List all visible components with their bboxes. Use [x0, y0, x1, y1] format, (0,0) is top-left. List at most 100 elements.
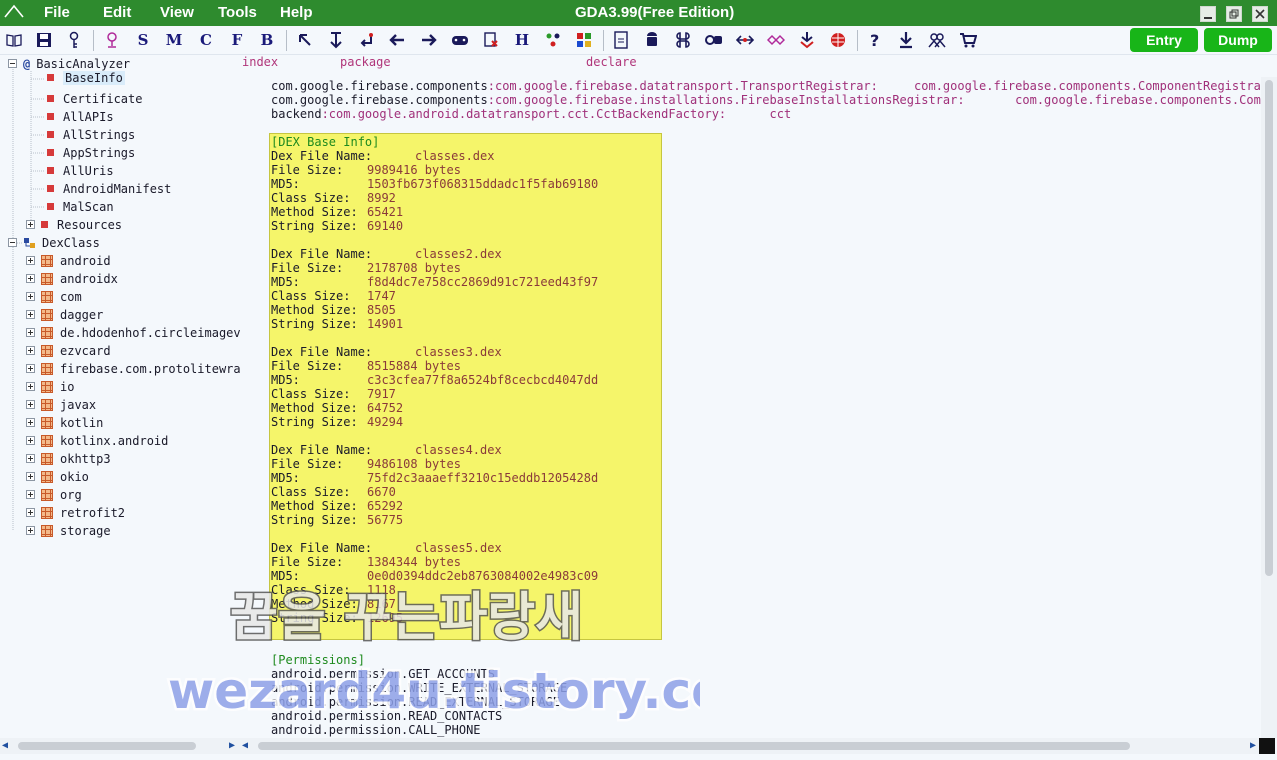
collapse-toggle[interactable] — [8, 59, 17, 68]
tree-package-retrofit2[interactable]: retrofit2 — [26, 504, 125, 521]
xml-file-icon[interactable] — [610, 29, 632, 51]
expand-toggle[interactable] — [26, 508, 35, 517]
tree-item-appstrings[interactable]: AppStrings — [47, 144, 135, 161]
vertical-scrollbar[interactable] — [1261, 77, 1277, 738]
close-button[interactable] — [1252, 6, 1268, 22]
menu-tools[interactable]: Tools — [218, 4, 257, 21]
tree-package-com[interactable]: com — [26, 288, 82, 305]
tree-package-kotlin[interactable]: kotlin — [26, 414, 103, 431]
methods-button[interactable]: M — [163, 29, 185, 51]
tree-horizontal-scrollbar[interactable]: ◀ ▶ — [0, 738, 240, 754]
expand-toggle[interactable] — [26, 418, 35, 427]
expand-toggle[interactable] — [26, 220, 35, 229]
open-book-icon[interactable] — [3, 29, 25, 51]
entry-button[interactable]: Entry — [1130, 28, 1198, 52]
scroll-left-arrow-icon[interactable]: ◀ — [2, 740, 8, 751]
tree-package-dagger[interactable]: dagger — [26, 306, 103, 323]
download-icon[interactable] — [895, 29, 917, 51]
cursor-icon[interactable] — [294, 29, 316, 51]
fields-button[interactable]: F — [226, 29, 248, 51]
expand-toggle[interactable] — [26, 310, 35, 319]
expand-toggle[interactable] — [26, 292, 35, 301]
tree-item-allstrings[interactable]: AllStrings — [47, 126, 135, 143]
tree-package-firebase[interactable]: firebase.com.protolitewra — [26, 360, 240, 377]
expand-toggle[interactable] — [26, 328, 35, 337]
strings-button[interactable]: S — [132, 29, 154, 51]
expand-toggle[interactable] — [26, 256, 35, 265]
tree-graph-icon[interactable] — [542, 29, 564, 51]
vertical-scroll-thumb[interactable] — [1265, 80, 1273, 576]
svg-text:?: ? — [870, 31, 879, 49]
search-doc-icon[interactable] — [480, 29, 502, 51]
tree-item-androidmanifest[interactable]: AndroidManifest — [47, 180, 171, 197]
expand-toggle[interactable] — [26, 274, 35, 283]
minimize-button[interactable] — [1200, 6, 1216, 22]
tree-package-androidx[interactable]: androidx — [26, 270, 118, 287]
tree-package-org[interactable]: org — [26, 486, 82, 503]
scroll-left-arrow-icon[interactable]: ◀ — [242, 740, 248, 751]
tree-package-okio[interactable]: okio — [26, 468, 89, 485]
expand-toggle[interactable] — [26, 526, 35, 535]
tree-package-android[interactable]: android — [26, 252, 111, 269]
merge-down-icon[interactable] — [796, 29, 818, 51]
tree-item-certificate[interactable]: Certificate — [47, 90, 142, 107]
back-arrow-icon[interactable] — [386, 29, 408, 51]
collapse-toggle[interactable] — [8, 238, 17, 247]
scroll-right-arrow-icon[interactable]: ▶ — [1250, 740, 1256, 751]
key-icon[interactable] — [63, 29, 85, 51]
game-controller-icon[interactable] — [449, 29, 471, 51]
swap-arrows-icon[interactable] — [734, 29, 756, 51]
menu-file[interactable]: File — [44, 4, 70, 21]
bytes-button[interactable]: B — [256, 29, 278, 51]
content-horizontal-scrollbar[interactable]: ◀ ▶ — [240, 738, 1261, 754]
jump-down-icon[interactable] — [325, 29, 347, 51]
android-icon[interactable] — [641, 29, 663, 51]
command-icon[interactable] — [672, 29, 694, 51]
column-declare[interactable]: declare — [586, 55, 637, 69]
menu-view[interactable]: View — [160, 4, 194, 21]
content-scroll-thumb[interactable] — [258, 742, 1130, 750]
tree-package-ezvcard[interactable]: ezvcard — [26, 342, 111, 359]
tree-package-storage[interactable]: storage — [26, 522, 111, 539]
color-grid-icon[interactable] — [573, 29, 595, 51]
expand-toggle[interactable] — [26, 472, 35, 481]
tree-package-io[interactable]: io — [26, 378, 74, 395]
expand-toggle[interactable] — [26, 490, 35, 499]
tree-package-kotlinx-android[interactable]: kotlinx.android — [26, 432, 168, 449]
expand-toggle[interactable] — [26, 364, 35, 373]
tree-item-baseinfo[interactable]: BaseInfo — [47, 69, 125, 86]
menu-edit[interactable]: Edit — [103, 4, 131, 21]
toggle-icon[interactable] — [703, 29, 725, 51]
brain-icon[interactable] — [101, 29, 123, 51]
expand-toggle[interactable] — [26, 436, 35, 445]
cart-icon[interactable] — [957, 29, 979, 51]
help-icon[interactable]: ? — [864, 29, 886, 51]
forward-arrow-icon[interactable] — [418, 29, 440, 51]
classes-button[interactable]: C — [195, 29, 217, 51]
tree-scroll-thumb[interactable] — [18, 742, 196, 750]
expand-toggle[interactable] — [26, 346, 35, 355]
column-index[interactable]: index — [242, 55, 278, 69]
save-icon[interactable] — [33, 29, 55, 51]
hex-button[interactable]: H — [511, 29, 533, 51]
tree-package-hdodenhof[interactable]: de.hdodenhof.circleimagev — [26, 324, 240, 341]
menu-help[interactable]: Help — [280, 4, 313, 21]
tree-item-allapis[interactable]: AllAPIs — [47, 108, 114, 125]
scroll-right-arrow-icon[interactable]: ▶ — [229, 740, 235, 751]
ball-icon[interactable] — [827, 29, 849, 51]
tree-item-malscan[interactable]: MalScan — [47, 198, 114, 215]
expand-toggle[interactable] — [26, 382, 35, 391]
link-chain-icon[interactable] — [765, 29, 787, 51]
restore-button[interactable] — [1226, 6, 1242, 22]
tree-package-javax[interactable]: javax — [26, 396, 96, 413]
people-icon[interactable] — [926, 29, 948, 51]
column-package[interactable]: package — [340, 55, 391, 69]
return-icon[interactable] — [356, 29, 378, 51]
tree-item-resources[interactable]: Resources — [26, 216, 122, 233]
dump-button[interactable]: Dump — [1204, 28, 1272, 52]
expand-toggle[interactable] — [26, 454, 35, 463]
tree-package-okhttp3[interactable]: okhttp3 — [26, 450, 111, 467]
expand-toggle[interactable] — [26, 400, 35, 409]
tree-item-alluris[interactable]: AllUris — [47, 162, 114, 179]
tree-root-dexclass[interactable]: DexClass — [8, 234, 100, 251]
